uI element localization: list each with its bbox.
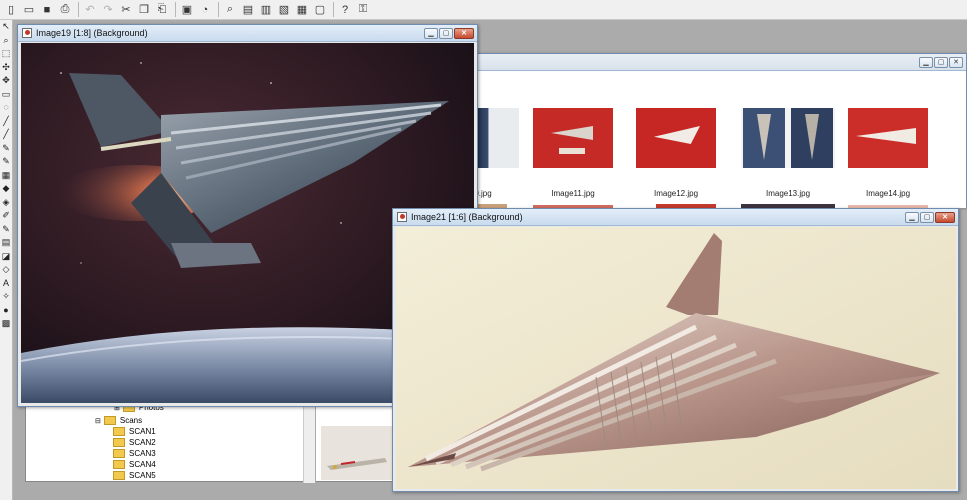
folder-icon bbox=[103, 416, 116, 425]
tool-icon-14[interactable]: ✐ bbox=[0, 209, 12, 223]
toolbar-separator bbox=[333, 2, 334, 17]
window-title: Image21 [1:6] (Background) bbox=[411, 212, 523, 222]
app-icon bbox=[397, 212, 407, 222]
image21-canvas[interactable] bbox=[396, 227, 956, 489]
help-button[interactable]: ? bbox=[337, 2, 353, 18]
thumbnail-image[interactable] bbox=[533, 108, 613, 168]
tool-icon-5[interactable]: ▭ bbox=[0, 88, 12, 102]
zoom-button[interactable]: ⌕ bbox=[222, 2, 238, 18]
tool-icon-20[interactable]: ✧ bbox=[0, 290, 12, 304]
tool-icon-19[interactable]: A bbox=[0, 277, 12, 291]
tool-icon-21[interactable]: ● bbox=[0, 304, 12, 318]
close-icon[interactable]: ✕ bbox=[454, 27, 474, 39]
tool-icon-2[interactable]: ⬚ bbox=[0, 47, 12, 61]
window-title: Image19 [1:8] (Background) bbox=[36, 28, 148, 38]
minimize-icon[interactable]: ▁ bbox=[919, 56, 933, 68]
thumbnail-label: Image13.jpg bbox=[765, 189, 811, 198]
folder-icon bbox=[113, 449, 125, 458]
print-button[interactable]: ⎙ bbox=[57, 2, 73, 18]
folder-tree: ⊞ Photos ⊟ Scans SCAN1 SCAN2 SCAN3 SCAN4 S… bbox=[26, 398, 316, 483]
tool-icon-10[interactable]: ✎ bbox=[0, 155, 12, 169]
tool-icon-11[interactable]: ▦ bbox=[0, 169, 12, 183]
tool-icon-8[interactable]: ╱ bbox=[0, 128, 12, 142]
timer-button[interactable]: ◔ bbox=[197, 2, 213, 18]
tool-icon-16[interactable]: ▤ bbox=[0, 236, 12, 250]
tool-icon-1[interactable]: ⌕ bbox=[0, 34, 12, 48]
tree-item-scan4[interactable]: SCAN4 bbox=[113, 459, 156, 470]
tool-icon-13[interactable]: ◈ bbox=[0, 196, 12, 210]
tool-icon-15[interactable]: ✎ bbox=[0, 223, 12, 237]
cut-button[interactable]: ✂ bbox=[118, 2, 134, 18]
folder-icon bbox=[113, 471, 125, 480]
browser-lower-panel: ⊞ Photos ⊟ Scans SCAN1 SCAN2 SCAN3 SCAN4 S… bbox=[25, 397, 395, 483]
thumbnail-grid: 0.jpg Image11.jpg Image12.jpg Image13.jp… bbox=[471, 71, 966, 208]
browser-titlebar[interactable]: ▁ ▢ ✕ bbox=[471, 54, 966, 71]
close-icon[interactable]: ✕ bbox=[935, 211, 955, 223]
tree-item-scans[interactable]: ⊟ Scans bbox=[95, 415, 142, 426]
image21-titlebar[interactable]: Image21 [1:6] (Background) ▁ ▢ ✕ bbox=[393, 209, 958, 226]
preview-thumbnail[interactable] bbox=[321, 426, 393, 480]
tool-icon-12[interactable]: ◆ bbox=[0, 182, 12, 196]
frame-button[interactable]: ▢ bbox=[312, 2, 328, 18]
new-file-button[interactable]: ▯ bbox=[3, 2, 19, 18]
maximize-icon[interactable]: ▢ bbox=[934, 56, 948, 68]
tool-icon-22[interactable]: ▩ bbox=[0, 317, 12, 331]
tree-scrollbar[interactable] bbox=[303, 398, 315, 483]
tree-item-scan2[interactable]: SCAN2 bbox=[113, 437, 156, 448]
thumbnail-image[interactable] bbox=[848, 108, 928, 168]
thumbnail-image[interactable] bbox=[741, 108, 835, 168]
levels-button[interactable]: ▥ bbox=[258, 2, 274, 18]
tool-icon-18[interactable]: ◇ bbox=[0, 263, 12, 277]
thumbnail-image[interactable] bbox=[475, 108, 519, 168]
folder-icon bbox=[113, 438, 125, 447]
image21-window[interactable]: Image21 [1:6] (Background) ▁ ▢ ✕ bbox=[392, 208, 959, 492]
toolbar-separator bbox=[175, 2, 176, 17]
tool-icon-6[interactable]: ◌ bbox=[0, 101, 12, 115]
tool-palette: ↖ ⌕ ⬚ ✣ ✥ ▭ ◌ ╱ ╱ ✎ ✎ ▦ ◆ ◈ ✐ ✎ ▤ ◪ ◇ A ✧ ● ▩ bbox=[0, 20, 13, 500]
close-icon[interactable]: ✕ bbox=[949, 56, 963, 68]
open-file-button[interactable]: ▭ bbox=[21, 2, 37, 18]
ok-button[interactable]: ▤ bbox=[240, 2, 256, 18]
maximize-icon[interactable]: ▢ bbox=[439, 27, 453, 39]
thumbnail-label: Image12.jpg bbox=[653, 189, 699, 198]
image-browser-window[interactable]: ▁ ▢ ✕ 0.jpg Image11.jpg Image12.jpg Imag… bbox=[470, 53, 967, 208]
maximize-icon[interactable]: ▢ bbox=[920, 211, 934, 223]
layers-button[interactable]: ▦ bbox=[294, 2, 310, 18]
tool-icon-9[interactable]: ✎ bbox=[0, 142, 12, 156]
tree-item-scan1[interactable]: SCAN1 bbox=[113, 426, 156, 437]
folder-icon bbox=[113, 460, 125, 469]
thumbnail-label: Image14.jpg bbox=[865, 189, 911, 198]
thumbnail-image[interactable] bbox=[636, 108, 716, 168]
minimize-icon[interactable]: ▁ bbox=[424, 27, 438, 39]
tool-icon-0[interactable]: ↖ bbox=[0, 20, 12, 34]
image-button[interactable]: ▧ bbox=[276, 2, 292, 18]
thumbnail-label: Image11.jpg bbox=[551, 189, 595, 198]
redo-button[interactable]: ↷ bbox=[100, 2, 116, 18]
toolbar-separator bbox=[78, 2, 79, 17]
main-toolbar: ▯ ▭ ■ ⎙ ↶ ↷ ✂ ❐ ⎗ ▣ ◔ ⌕ ▤ ▥ ▧ ▦ ▢? ⚿ bbox=[0, 0, 967, 20]
tree-item-scan5[interactable]: SCAN5 bbox=[113, 470, 156, 481]
app-icon bbox=[22, 28, 32, 38]
toolbar-separator bbox=[218, 2, 219, 17]
undo-button[interactable]: ↶ bbox=[82, 2, 98, 18]
tool-icon-4[interactable]: ✥ bbox=[0, 74, 12, 88]
copy-button[interactable]: ❐ bbox=[136, 2, 152, 18]
minimize-icon[interactable]: ▁ bbox=[905, 211, 919, 223]
cutaway-drawing bbox=[396, 227, 956, 489]
image19-titlebar[interactable]: Image19 [1:8] (Background) ▁ ▢ ✕ bbox=[18, 25, 477, 42]
tool-icon-17[interactable]: ◪ bbox=[0, 250, 12, 264]
monitor-button[interactable]: ▣ bbox=[179, 2, 195, 18]
tool-icon-7[interactable]: ╱ bbox=[0, 115, 12, 129]
folder-icon bbox=[113, 427, 125, 436]
paste-button[interactable]: ⎗ bbox=[154, 2, 170, 18]
lock-button[interactable]: ⚿ bbox=[355, 2, 371, 18]
save-button[interactable]: ■ bbox=[39, 2, 55, 18]
tool-icon-3[interactable]: ✣ bbox=[0, 61, 12, 75]
tree-item-scan3[interactable]: SCAN3 bbox=[113, 448, 156, 459]
